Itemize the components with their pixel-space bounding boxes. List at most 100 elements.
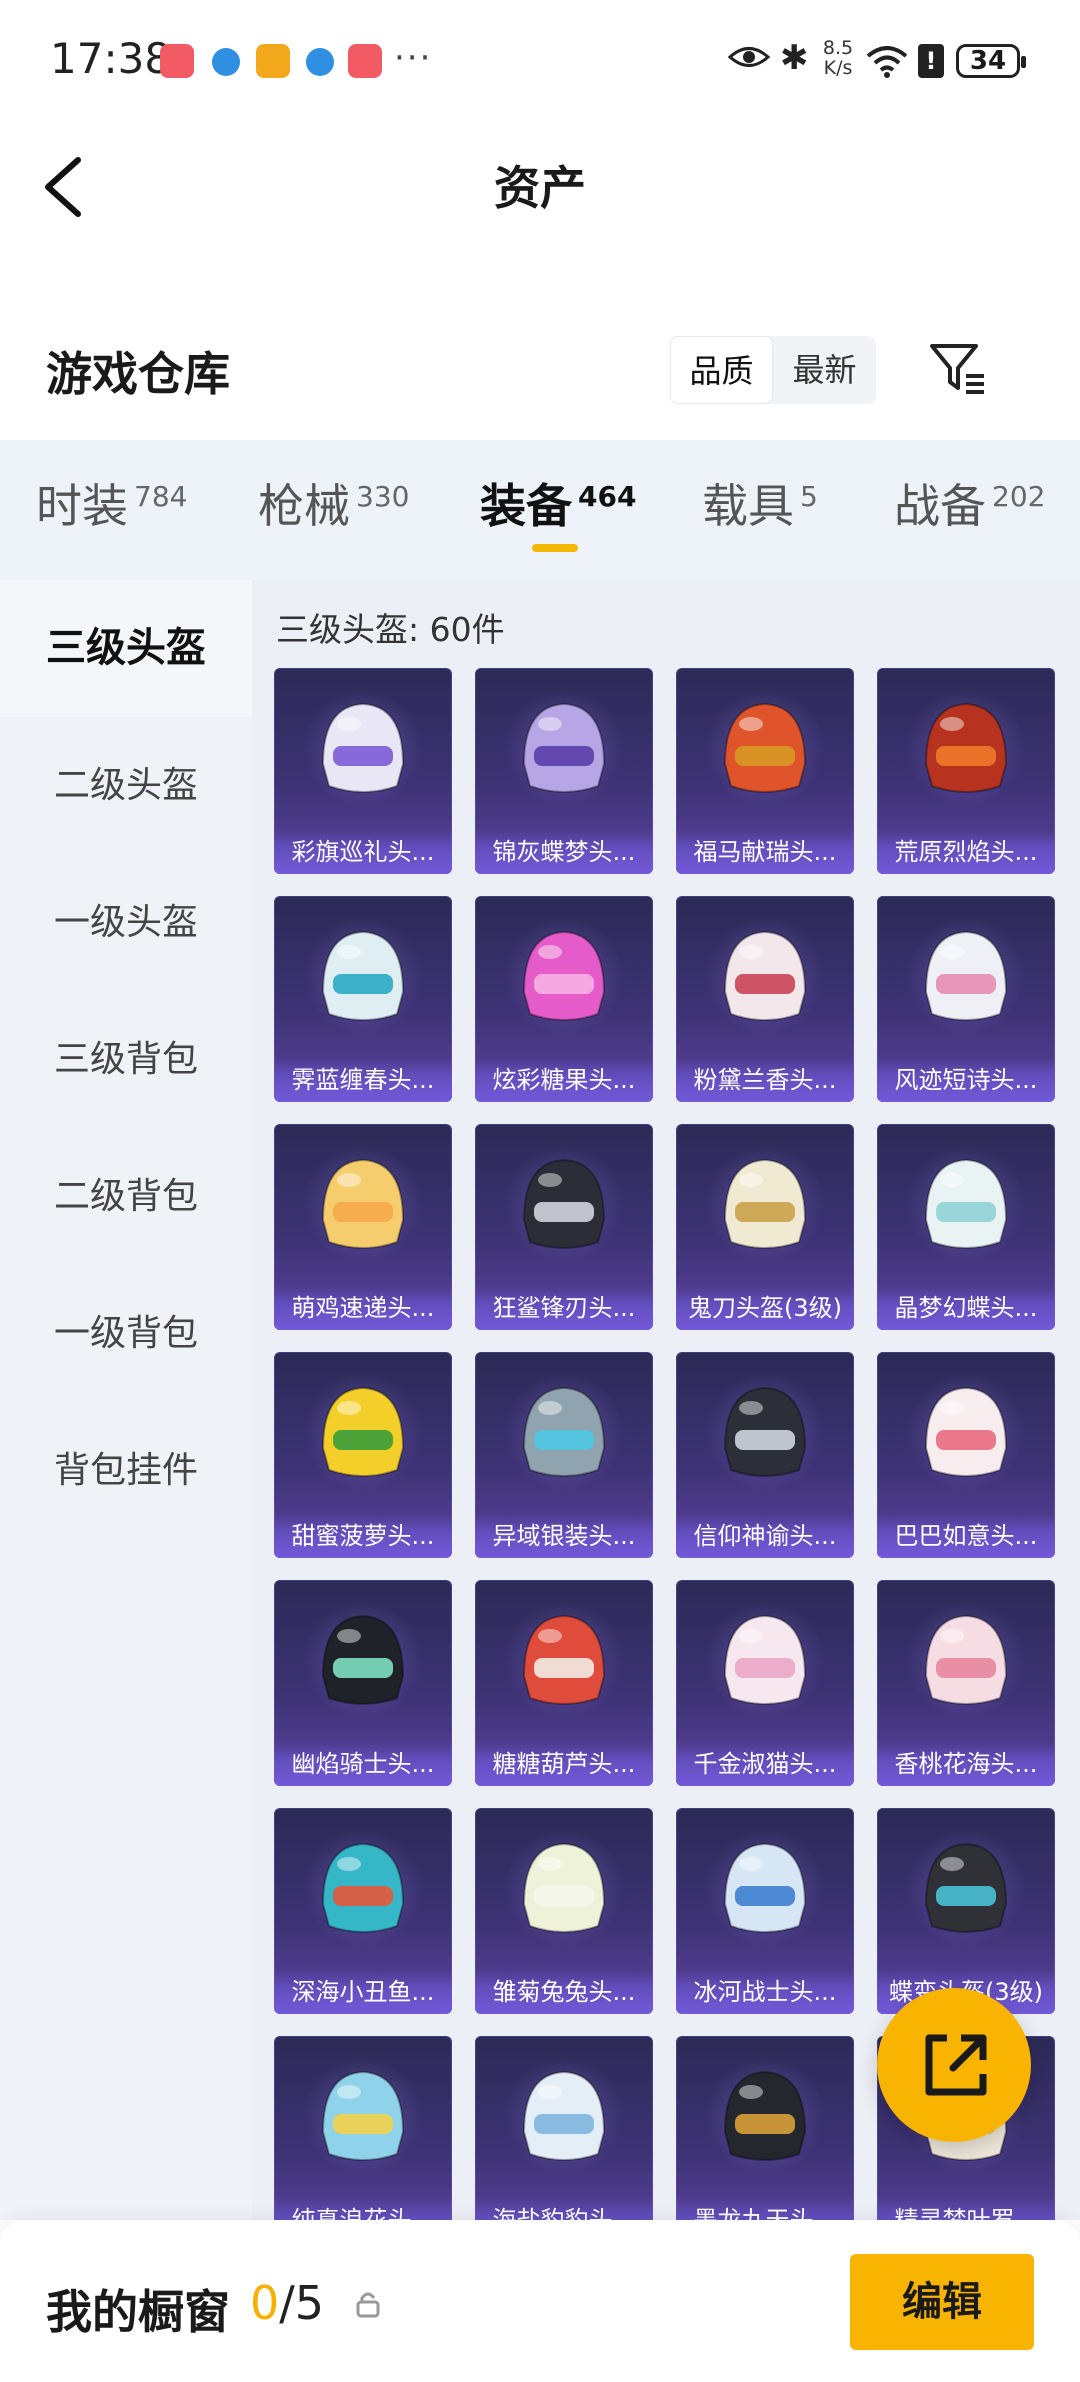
item-name: 荒原烈焰头... [877, 830, 1055, 874]
item-card[interactable]: 冰河战士头... [676, 1808, 854, 2014]
item-card[interactable]: 风迹短诗头... [877, 896, 1055, 1102]
tab-vehicles[interactable]: 载具 5 [702, 470, 818, 536]
showcase-count: 0/5 [250, 2276, 325, 2330]
tab-war-prep[interactable]: 战备 202 [894, 470, 1045, 536]
item-card[interactable]: 炫彩糖果头... [475, 896, 653, 1102]
item-card[interactable]: 香桃花海头... [877, 1580, 1055, 1786]
sim-alert-icon: ! [918, 44, 944, 78]
sort-newest-button[interactable]: 最新 [773, 336, 876, 404]
item-card[interactable]: 蝶变头盔(3级) [877, 1808, 1055, 2014]
notification-app-icon [160, 44, 194, 78]
helmet-icon [321, 1614, 405, 1705]
helmet-icon [723, 1842, 807, 1933]
more-notifications-icon: ··· [394, 38, 433, 78]
item-name: 锦灰蝶梦头... [475, 830, 653, 874]
sidebar-item-lv3-backpack[interactable]: 三级背包 [0, 991, 252, 1128]
item-card[interactable]: 霁蓝缠春头... [274, 896, 452, 1102]
item-name: 幽焰骑士头... [274, 1742, 452, 1786]
warehouse-title: 游戏仓库 [46, 347, 230, 401]
item-card[interactable]: 粉黛兰香头... [676, 896, 854, 1102]
item-name: 粉黛兰香头... [676, 1058, 854, 1102]
item-name: 异域银装头... [475, 1514, 653, 1558]
item-card[interactable]: 狂鲨锋刃头... [475, 1124, 653, 1330]
sort-quality-button[interactable]: 品质 [670, 336, 773, 404]
helmet-icon [723, 930, 807, 1021]
item-card[interactable]: 雏菊兔兔头... [475, 1808, 653, 2014]
tab-fashion[interactable]: 时装 784 [36, 470, 187, 536]
helmet-icon [321, 930, 405, 1021]
item-name: 雏菊兔兔头... [475, 1970, 653, 2014]
helmet-icon [321, 1386, 405, 1477]
item-card[interactable]: 千金淑猫头... [676, 1580, 854, 1786]
share-external-icon [925, 2034, 987, 2096]
item-card[interactable]: 晶梦幻蝶头... [877, 1124, 1055, 1330]
item-name: 信仰神谕头... [676, 1514, 854, 1558]
item-card[interactable]: 福马献瑞头... [676, 668, 854, 874]
page-title: 资产 [494, 161, 586, 215]
network-speed: 8.5 K/s [822, 37, 854, 79]
helmet-icon [522, 1842, 606, 1933]
item-name: 鬼刀头盔(3级) [676, 1286, 854, 1330]
item-card[interactable]: 甜蜜菠萝头... [274, 1352, 452, 1558]
item-card[interactable]: 海盐豹豹头... [475, 2036, 653, 2242]
item-card[interactable]: 墨龙九天头... [676, 2036, 854, 2242]
item-card[interactable]: 锦灰蝶梦头... [475, 668, 653, 874]
sidebar-item-backpack-charm[interactable]: 背包挂件 [0, 1402, 252, 1539]
item-card[interactable]: 糖糖葫芦头... [475, 1580, 653, 1786]
item-card[interactable]: 荒原烈焰头... [877, 668, 1055, 874]
active-tab-indicator [532, 544, 578, 552]
sidebar-item-lv2-helmet[interactable]: 二级头盔 [0, 717, 252, 854]
notification-browser-icon [212, 48, 240, 76]
helmet-icon [924, 930, 1008, 1021]
item-card[interactable]: 信仰神谕头... [676, 1352, 854, 1558]
sidebar-item-lv2-backpack[interactable]: 二级背包 [0, 1128, 252, 1265]
helmet-icon [723, 2070, 807, 2161]
item-card[interactable]: 异域银装头... [475, 1352, 653, 1558]
item-name: 萌鸡速递头... [274, 1286, 452, 1330]
status-time: 17:38 [50, 34, 172, 83]
eye-icon [728, 47, 770, 67]
item-card[interactable]: 纯真浪花头... [274, 2036, 452, 2242]
item-name: 福马献瑞头... [676, 830, 854, 874]
notification-app-icon [348, 44, 382, 78]
item-name: 彩旗巡礼头... [274, 830, 452, 874]
item-name: 霁蓝缠春头... [274, 1058, 452, 1102]
item-name: 风迹短诗头... [877, 1058, 1055, 1102]
item-name: 狂鲨锋刃头... [475, 1286, 653, 1330]
item-count-heading: 三级头盔: 60件 [276, 610, 505, 649]
bluetooth-icon: ✱ [780, 38, 809, 78]
helmet-icon [321, 1842, 405, 1933]
helmet-icon [522, 1158, 606, 1249]
sidebar-item-lv1-backpack[interactable]: 一级背包 [0, 1265, 252, 1402]
item-name: 香桃花海头... [877, 1742, 1055, 1786]
sidebar-item-lv3-helmet[interactable]: 三级头盔 [0, 580, 252, 717]
notification-browser-icon [306, 48, 334, 76]
helmet-icon [924, 1158, 1008, 1249]
item-name: 糖糖葫芦头... [475, 1742, 653, 1786]
helmet-icon [723, 702, 807, 793]
tab-equipment[interactable]: 装备 464 [480, 470, 636, 536]
filter-icon[interactable] [928, 340, 988, 396]
item-card[interactable]: 彩旗巡礼头... [274, 668, 452, 874]
item-card[interactable]: 巴巴如意头... [877, 1352, 1055, 1558]
item-name: 深海小丑鱼... [274, 1970, 452, 2014]
share-button[interactable] [877, 1988, 1031, 2142]
helmet-icon [522, 2070, 606, 2161]
item-name: 千金淑猫头... [676, 1742, 854, 1786]
subcategory-sidebar: 三级头盔 二级头盔 一级头盔 三级背包 二级背包 一级背包 背包挂件 [0, 580, 252, 2220]
helmet-icon [723, 1158, 807, 1249]
edit-button[interactable]: 编辑 [850, 2254, 1034, 2350]
notification-app-icon [256, 44, 290, 78]
tab-guns[interactable]: 枪械 330 [258, 470, 409, 536]
helmet-icon [924, 702, 1008, 793]
sidebar-item-lv1-helmet[interactable]: 一级头盔 [0, 854, 252, 991]
helmet-icon [723, 1614, 807, 1705]
item-card[interactable]: 萌鸡速递头... [274, 1124, 452, 1330]
item-card[interactable]: 鬼刀头盔(3级) [676, 1124, 854, 1330]
item-card[interactable]: 幽焰骑士头... [274, 1580, 452, 1786]
item-name: 甜蜜菠萝头... [274, 1514, 452, 1558]
item-card[interactable]: 深海小丑鱼... [274, 1808, 452, 2014]
showcase-label: 我的橱窗 [46, 2285, 230, 2339]
helmet-icon [723, 1386, 807, 1477]
battery-indicator: 34 [956, 44, 1026, 78]
